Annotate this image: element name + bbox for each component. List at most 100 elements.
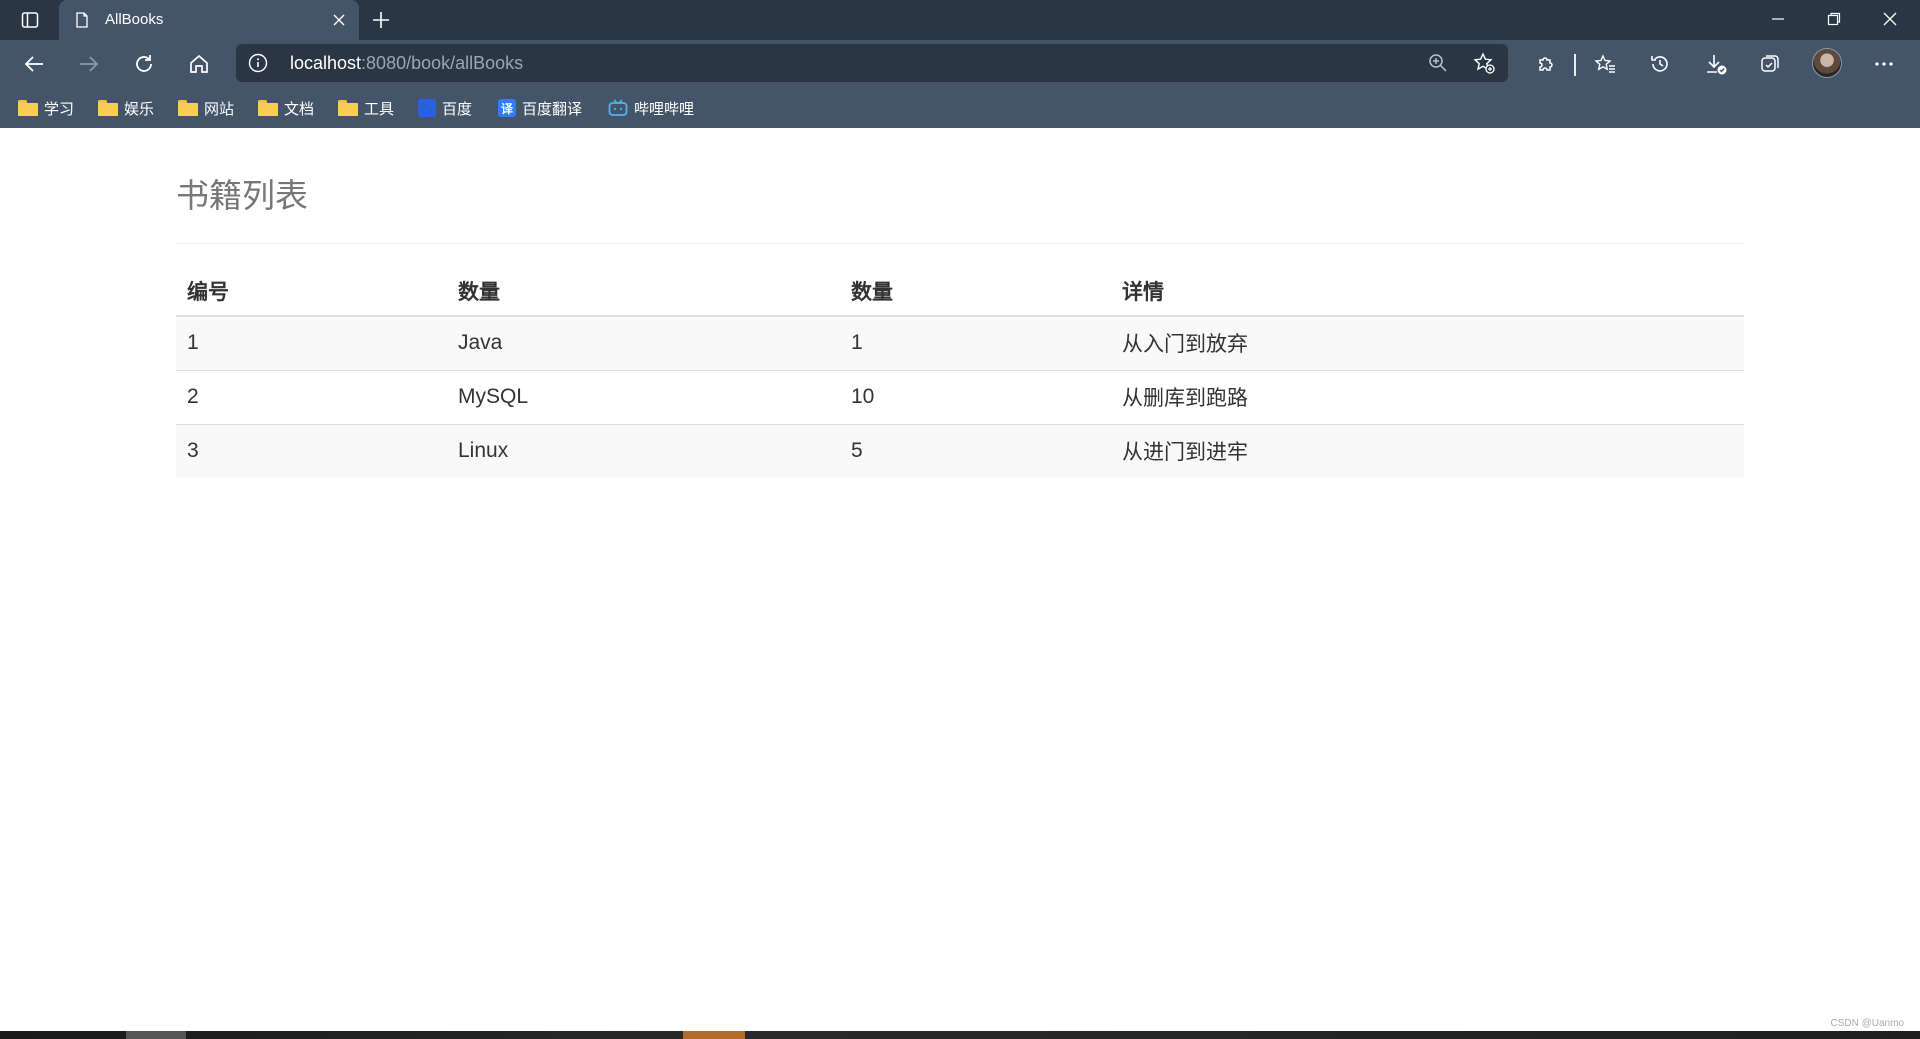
bookmark-folder-websites[interactable]: 网站 [178,96,234,120]
cell-name: Linux [447,423,840,478]
bookmark-folder-study[interactable]: 学习 [18,96,74,120]
taskbar-item[interactable] [126,1031,186,1039]
minimize-button[interactable] [1750,0,1806,38]
toolbar-divider [1574,54,1576,76]
page-title: 书籍列表 [176,177,308,214]
column-header-count: 数量 [840,266,1111,317]
settings-menu-button[interactable] [1864,48,1904,80]
table-row: 1 Java 1 从入门到放弃 [176,315,1744,370]
tab-allbooks[interactable]: AllBooks [59,0,359,40]
bookmark-folder-docs[interactable]: 文档 [258,96,314,120]
tab-actions-button[interactable] [10,6,50,34]
bilibili-icon [608,99,628,116]
title-bar: AllBooks [0,0,1920,40]
close-window-button[interactable] [1862,0,1918,38]
baidu-translate-icon: 译 [498,99,516,117]
column-header-detail: 详情 [1111,266,1744,317]
url-text[interactable]: localhost:8080/book/allBooks [290,53,523,74]
collections-button[interactable] [1750,48,1790,80]
puzzle-icon [1539,57,1553,71]
address-bar[interactable]: localhost:8080/book/allBooks [236,44,1508,82]
bookmark-folder-entertainment[interactable]: 娱乐 [98,96,154,120]
taskbar-item[interactable] [683,1031,745,1039]
bookmark-baidu-translate[interactable]: 译百度翻译 [498,96,582,120]
history-icon [1651,56,1668,72]
forward-button[interactable] [69,48,109,80]
history-button[interactable] [1640,48,1680,80]
page-header: 书籍列表 [176,128,1744,244]
content-container: 书籍列表 编号 数量 数量 详情 1 Java 1 从入门到放弃 2 MySQL… [176,128,1744,478]
new-tab-button[interactable] [366,6,396,34]
tab-close-button[interactable] [329,10,349,30]
cell-name: MySQL [447,369,840,424]
cell-count: 1 [840,315,1111,370]
close-icon [333,14,345,26]
bookmark-label: 工具 [364,100,395,118]
watermark: CSDN @Uanmo [1830,1018,1904,1029]
forward-arrow-icon [80,56,99,72]
folder-icon [178,100,198,116]
extensions-button[interactable] [1526,48,1566,80]
bookmark-label: 娱乐 [124,100,155,118]
download-icon [1707,55,1727,75]
back-button[interactable] [14,48,54,80]
bookmark-label: 文档 [284,100,315,118]
favorites-button[interactable] [1585,48,1625,80]
baidu-icon: 🐾 [418,99,436,117]
bookmark-label: 网站 [204,100,235,118]
restore-icon [1827,12,1841,26]
home-button[interactable] [179,48,219,80]
info-icon[interactable] [248,53,268,73]
column-header-id: 编号 [176,266,447,317]
cell-detail: 从进门到进牢 [1111,423,1744,478]
tab-title: AllBooks [105,11,164,28]
profile-avatar[interactable] [1812,48,1842,78]
plus-icon [373,12,389,28]
refresh-icon [136,55,152,72]
downloads-button[interactable] [1696,48,1736,80]
close-icon [1883,12,1897,26]
page-content: 书籍列表 编号 数量 数量 详情 1 Java 1 从入门到放弃 2 MySQL… [0,128,1920,1031]
taskbar-strip [0,1031,1920,1039]
browser-toolbar: localhost:8080/book/allBooks [0,40,1920,88]
table-row: 3 Linux 5 从进门到进牢 [176,423,1744,478]
books-table: 编号 数量 数量 详情 1 Java 1 从入门到放弃 2 MySQL 10 从 [176,266,1744,478]
table-row: 2 MySQL 10 从删库到跑路 [176,369,1744,424]
tab-actions-icon [21,12,39,28]
favorites-icon [1594,54,1615,73]
bookmark-baidu[interactable]: 🐾 百度 [418,96,472,120]
back-arrow-icon [24,56,43,72]
star-add-icon [1473,52,1495,74]
more-horizontal-icon [1875,62,1893,66]
bookmark-folder-tools[interactable]: 工具 [338,96,394,120]
folder-icon [258,100,278,116]
folder-icon [98,100,118,116]
cell-count: 5 [840,423,1111,478]
cell-name: Java [447,315,840,370]
home-icon [190,54,208,73]
column-header-name: 数量 [447,266,840,317]
cell-id: 3 [176,423,447,478]
page-icon [76,12,88,28]
cell-count: 10 [840,369,1111,424]
zoom-in-icon [1429,54,1447,72]
bookmarks-bar: 学习 娱乐 网站 文档 工具 🐾 百度 译百度翻译 哔哩哔哩 [0,88,1920,128]
minimize-icon [1772,18,1784,20]
cell-id: 2 [176,369,447,424]
refresh-button[interactable] [124,48,164,80]
add-favorite-button[interactable] [1471,51,1497,75]
bookmark-bilibili[interactable]: 哔哩哔哩 [608,96,694,120]
restore-button[interactable] [1806,0,1862,38]
collections-icon [1761,55,1779,72]
bookmark-label: 哔哩哔哩 [634,100,695,118]
bookmark-label: 学习 [44,100,75,118]
cell-detail: 从入门到放弃 [1111,315,1744,370]
folder-icon [18,100,38,116]
table-header-row: 编号 数量 数量 详情 [176,266,1744,317]
folder-icon [338,100,358,116]
cell-detail: 从删库到跑路 [1111,369,1744,424]
url-path: :8080/book/allBooks [361,53,524,73]
bookmark-label: 百度翻译 [522,100,583,118]
zoom-button[interactable] [1425,51,1451,75]
cell-id: 1 [176,315,447,370]
